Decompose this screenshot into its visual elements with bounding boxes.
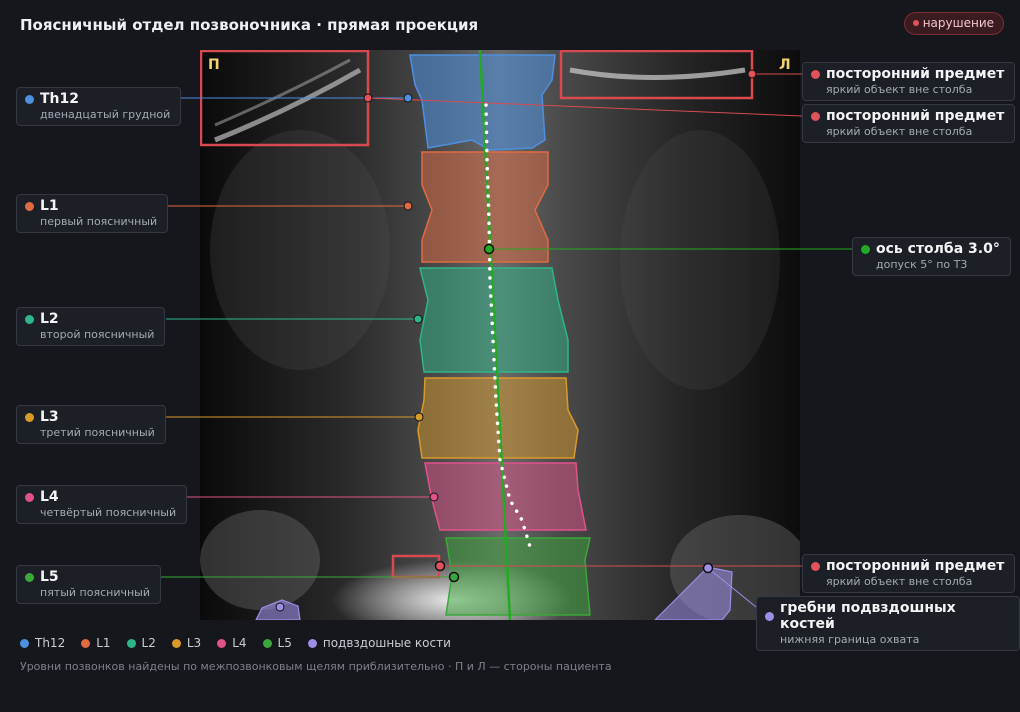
- callout-desc: пятый поясничный: [40, 586, 150, 599]
- alert-dot-icon: [912, 20, 919, 26]
- patient-left-mark: Л: [779, 57, 791, 73]
- ilium-dot-icon: [307, 638, 317, 648]
- axis-line: [478, 50, 512, 620]
- anchor-fb1: [363, 93, 373, 103]
- callout-title: L2: [40, 311, 59, 327]
- l2-dot-icon: [25, 314, 34, 324]
- foreign-object-box-2: [559, 50, 754, 100]
- centerline-dots: [484, 103, 533, 552]
- vertebra-l5-mask: [445, 537, 591, 616]
- legend-item-l5[interactable]: L5: [262, 636, 292, 650]
- vertebra-l3-mask: [417, 377, 579, 459]
- legend-label: Th12: [35, 636, 66, 650]
- anchor-l4: [429, 492, 439, 502]
- callout-desc: первый поясничный: [40, 215, 158, 228]
- callout-desc: нижняя граница охвата: [780, 633, 920, 646]
- l1-dot-icon: [25, 201, 34, 211]
- callout-title: посторонний предмет: [826, 108, 1005, 124]
- callout-title: посторонний предмет: [826, 558, 1005, 574]
- l3-dot-icon: [171, 638, 181, 648]
- callout-foreign-object-1[interactable]: посторонний предмет яркий объект вне сто…: [802, 62, 1016, 101]
- status-badge[interactable]: нарушение: [903, 12, 1004, 35]
- anchor-ilium-left: [702, 562, 714, 574]
- callout-th12[interactable]: Th12 двенадцатый грудной: [16, 87, 182, 126]
- legend: Th12 L1 L2 L3 L4 L5 подвздошные кости: [20, 636, 451, 650]
- callout-desc: двенадцатый грудной: [40, 108, 171, 121]
- l1-dot-icon: [81, 638, 91, 648]
- callout-title: Th12: [40, 91, 79, 107]
- anchor-th12: [403, 93, 413, 103]
- callout-title: L5: [40, 569, 59, 585]
- callout-l5[interactable]: L5 пятый поясничный: [16, 565, 161, 604]
- legend-item-ilium[interactable]: подвздошные кости: [307, 636, 451, 650]
- scan-background: [200, 50, 800, 620]
- callout-l4[interactable]: L4 четвёртый поясничный: [16, 485, 188, 524]
- anchor-l2: [413, 314, 423, 324]
- vertebra-l4-mask: [424, 462, 587, 531]
- callout-title: L4: [40, 489, 59, 505]
- l5-dot-icon: [262, 638, 272, 648]
- callout-title: L1: [40, 198, 59, 214]
- anchor-l3: [414, 412, 424, 422]
- legend-label: L1: [96, 636, 111, 650]
- legend-label: L4: [232, 636, 247, 650]
- callout-ilium[interactable]: гребни подвздошных костей нижняя граница…: [756, 596, 1020, 651]
- legend-item-l1[interactable]: L1: [81, 636, 111, 650]
- axis-dot-icon: [861, 244, 870, 254]
- callout-foreign-object-2[interactable]: посторонний предмет яркий объект вне сто…: [802, 104, 1016, 143]
- legend-label: L3: [186, 636, 202, 650]
- callout-desc: яркий объект вне столба: [826, 575, 973, 588]
- page-title: Поясничный отдел позвоночника · прямая п…: [20, 16, 479, 34]
- legend-label: L5: [277, 636, 292, 650]
- callout-desc: второй поясничный: [40, 328, 155, 341]
- foreign-object-box-1: [200, 50, 370, 147]
- status-label: нарушение: [922, 16, 994, 30]
- foreign-object-box-3: [391, 554, 441, 579]
- callout-desc: яркий объект вне столба: [826, 83, 973, 96]
- callout-title: посторонний предмет: [826, 66, 1005, 82]
- th12-dot-icon: [25, 94, 34, 104]
- th12-dot-icon: [20, 638, 29, 648]
- legend-item-l4[interactable]: L4: [217, 636, 247, 650]
- alert-dot-icon: [811, 69, 820, 79]
- ilium-right-mask: [255, 599, 301, 620]
- anchor-fb2: [747, 69, 757, 79]
- vertebra-th12-mask: [409, 54, 556, 151]
- legend-item-l2[interactable]: L2: [126, 636, 156, 650]
- anchor-axis: [483, 243, 495, 255]
- alert-dot-icon: [811, 561, 820, 571]
- callout-title: L3: [40, 409, 59, 425]
- anchor-ilium-right: [275, 602, 285, 612]
- vertebra-l1-mask: [421, 151, 549, 263]
- callout-desc: четвёртый поясничный: [40, 506, 177, 519]
- callout-desc: яркий объект вне столба: [826, 125, 973, 138]
- l5-dot-icon: [25, 572, 34, 582]
- patient-right-mark: П: [208, 57, 220, 73]
- callout-l3[interactable]: L3 третий поясничный: [16, 405, 166, 444]
- alert-dot-icon: [811, 111, 820, 121]
- callout-title: гребни подвздошных костей: [780, 600, 956, 632]
- callout-desc: допуск 5° по Т3: [876, 258, 968, 271]
- l4-dot-icon: [217, 638, 227, 648]
- ilium-dot-icon: [765, 611, 774, 621]
- callout-l2[interactable]: L2 второй поясничный: [16, 307, 166, 346]
- callout-axis[interactable]: ось столба 3.0° допуск 5° по Т3: [852, 237, 1011, 276]
- footnote: Уровни позвонков найдены по межпозвонков…: [20, 660, 612, 673]
- legend-label: подвздошные кости: [322, 636, 451, 650]
- legend-label: L2: [141, 636, 156, 650]
- anchor-l1: [403, 201, 413, 211]
- l2-dot-icon: [126, 638, 136, 648]
- vertebra-l2-mask: [419, 267, 569, 373]
- callout-desc: третий поясничный: [40, 426, 155, 439]
- l3-dot-icon: [25, 412, 34, 422]
- anchor-fb3: [434, 560, 446, 572]
- legend-item-th12[interactable]: Th12: [20, 636, 65, 650]
- l4-dot-icon: [25, 492, 34, 502]
- legend-item-l3[interactable]: L3: [171, 636, 202, 650]
- callout-foreign-object-3[interactable]: посторонний предмет яркий объект вне сто…: [802, 554, 1016, 593]
- callout-title: ось столба 3.0°: [876, 241, 1000, 257]
- anchor-l5: [448, 571, 460, 583]
- callout-l1[interactable]: L1 первый поясничный: [16, 194, 169, 233]
- ilium-left-mask: [654, 566, 733, 620]
